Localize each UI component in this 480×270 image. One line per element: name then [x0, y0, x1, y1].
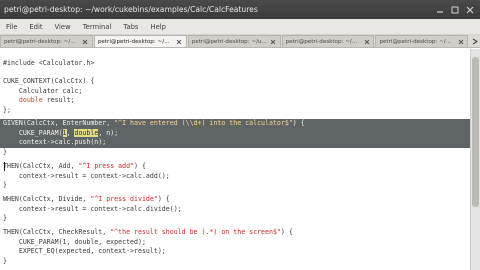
code-line: context->result = context->calc.divide()…	[3, 204, 182, 213]
code-text: THEN(CalcCtx, CheckResult,	[3, 228, 111, 236]
tab-label: petri@petri-desktop: ~/...	[4, 38, 76, 45]
code-text: WHEN(CalcCtx, Divide,	[3, 195, 91, 203]
maximize-icon	[451, 6, 459, 13]
code-text: result;	[42, 96, 75, 104]
tab-label: petri@petri-desktop: ~/...	[285, 38, 358, 45]
code-line: context->result = context->calc.add();	[3, 171, 170, 180]
terminal-tab-3[interactable]: petri@petri-desktop: ~/u...	[187, 35, 281, 47]
code-line: }	[3, 256, 7, 265]
code-text: CUKE_PARAM(	[3, 128, 63, 137]
window-titlebar: petri@petri-desktop: ~/work/cukebins/exa…	[0, 0, 480, 19]
menu-file[interactable]: File	[0, 23, 23, 31]
code-keyword: double	[74, 128, 99, 137]
code-string: "^I have entered (\\d+) into the calcula…	[114, 119, 293, 127]
code-line: double result;	[0, 96, 470, 106]
code-line: EXPECT_EQ(expected, context->result);	[3, 247, 166, 255]
minimize-icon	[437, 10, 443, 13]
maximize-button[interactable]	[450, 5, 460, 15]
tab-close-button[interactable]	[82, 38, 89, 45]
code-text: , n);	[98, 128, 119, 137]
close-icon	[364, 39, 370, 44]
code-line: };	[3, 105, 11, 114]
window-title: petri@petri-desktop: ~/work/cukebins/exa…	[4, 5, 258, 14]
terminal-editor[interactable]: #include <Calculator.h> CUKE_CONTEXT(Cal…	[0, 49, 470, 270]
menu-edit[interactable]: Edit	[23, 23, 48, 31]
menu-view[interactable]: View	[49, 23, 77, 31]
code-line: THEN(CalcCtx, CheckResult, "^the result …	[0, 228, 470, 238]
terminal-tab-4[interactable]: petri@petri-desktop: ~/...	[281, 35, 375, 47]
code-line-selected: context->calc.push(n);	[0, 138, 470, 148]
code-keyword: double	[18, 96, 43, 104]
tab-close-button[interactable]	[176, 38, 183, 45]
code-string: "^the result should be (.*) on the scree…	[110, 228, 281, 236]
code-line: }	[3, 181, 7, 189]
close-icon	[176, 39, 182, 44]
tab-label: petri@petri-desktop: ~/...	[379, 38, 452, 45]
terminal-tab-5[interactable]: petri@petri-desktop: ~/...	[375, 35, 469, 47]
code-line: }	[3, 147, 7, 156]
code-text: ) {	[134, 162, 146, 170]
text-cursor	[4, 162, 5, 171]
code-line: }	[3, 214, 7, 222]
minimize-button[interactable]	[435, 5, 445, 15]
code-line: Calculator calc;	[3, 86, 83, 95]
code-string: "^I press divide"	[90, 195, 158, 203]
code-line: #include <Calculator.h>	[3, 59, 95, 67]
menu-help[interactable]: Help	[144, 23, 172, 31]
menu-terminal[interactable]: Terminal	[77, 23, 118, 31]
tab-label: petri@petri-desktop: ~/u...	[191, 38, 267, 45]
menu-bar: File Edit View Terminal Tabs Help	[0, 19, 480, 35]
terminal-tab-1[interactable]: petri@petri-desktop: ~/...	[0, 35, 93, 47]
code-line: THEN(CalcCtx, Add, "^I press add") {	[0, 162, 470, 172]
code-text: ) {	[157, 195, 170, 203]
close-icon	[458, 39, 464, 44]
close-button[interactable]	[465, 5, 475, 15]
terminal-tab-bar: petri@petri-desktop: ~/... petri@petri-d…	[0, 35, 480, 48]
tab-close-button[interactable]	[363, 38, 370, 45]
close-icon	[466, 6, 474, 13]
chevron-right-icon	[472, 38, 478, 44]
tab-close-button[interactable]	[457, 38, 464, 45]
code-text: ) {	[280, 228, 293, 236]
code-line: CUKE_CONTEXT(CalcCtx) {	[3, 77, 95, 85]
menu-tabs[interactable]: Tabs	[117, 23, 144, 31]
code-text: GIVEN(CalcCtx, EnterNumber,	[3, 119, 115, 127]
code-text: THEN(CalcCtx, Add,	[3, 162, 79, 170]
code-line: CUKE_PARAM(1, double, expected);	[3, 237, 146, 246]
close-icon	[270, 39, 276, 44]
terminal-tab-2[interactable]: petri@petri-desktop: ~/...	[93, 35, 187, 47]
close-icon	[83, 39, 88, 44]
tab-label: petri@petri-desktop: ~/...	[97, 38, 170, 45]
code-line: WHEN(CalcCtx, Divide, "^I press divide")…	[0, 195, 470, 205]
tab-scroll-right-button[interactable]	[469, 35, 480, 47]
scrollbar-thumb[interactable]	[472, 57, 479, 207]
code-line-selected: CUKE_PARAM(1, double, n);	[0, 128, 470, 138]
tab-close-button[interactable]	[270, 38, 277, 45]
vertical-scrollbar[interactable]	[470, 49, 480, 270]
code-line-selected: GIVEN(CalcCtx, EnterNumber, "^I have ent…	[0, 119, 470, 129]
code-text: ) {	[292, 119, 305, 127]
code-string: "^I press add"	[78, 162, 135, 170]
